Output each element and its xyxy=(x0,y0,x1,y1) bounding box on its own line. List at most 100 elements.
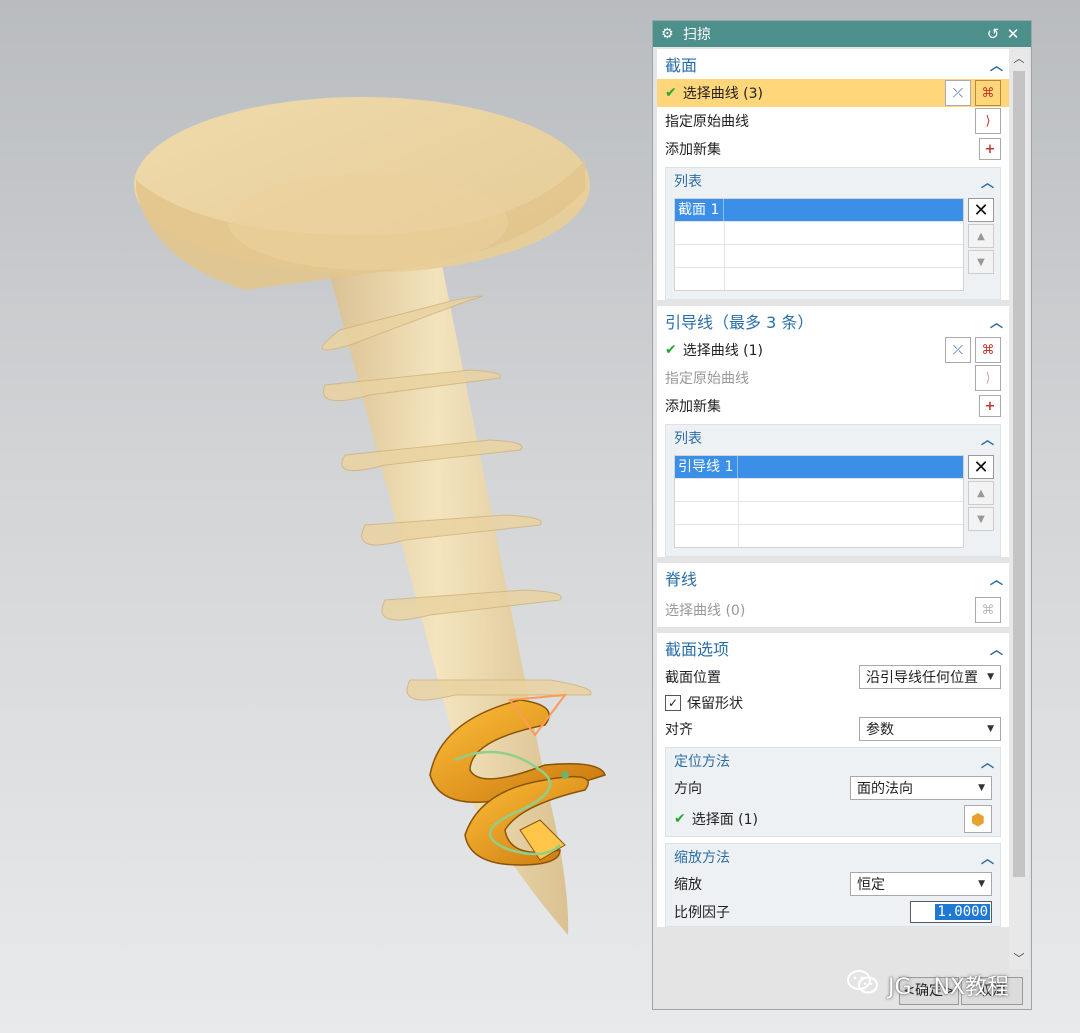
select-face-label: 选择面 (1) xyxy=(691,812,759,828)
scroll-up-icon[interactable]: ︿ xyxy=(1009,49,1029,69)
collapse-icon[interactable]: ︿ xyxy=(981,172,994,191)
check-icon: ✔ xyxy=(674,811,686,827)
scale-value: 恒定 xyxy=(857,877,885,893)
check-icon: ✔ xyxy=(665,342,677,358)
orientation-header[interactable]: 定位方法 ︿ xyxy=(666,748,1000,774)
section-group: 截面 ︿ ✔ 选择曲线 (3) ⤫ ⌘ 指定原始曲线 ⟩ 添加新集 + 列表 ︿… xyxy=(657,49,1009,300)
guide-group-title: 引导线（最多 3 条） xyxy=(665,313,814,332)
list-item xyxy=(675,222,963,245)
guide-add-set-row[interactable]: 添加新集 + xyxy=(657,392,1009,420)
face-icon[interactable]: ⬢ xyxy=(964,805,992,833)
add-set-icon[interactable]: + xyxy=(979,138,1001,160)
list-item-label: 引导线 1 xyxy=(675,456,739,478)
guide-list[interactable]: 引导线 1 xyxy=(674,455,964,548)
reverse-direction-icon[interactable]: ⤫ xyxy=(945,80,971,106)
move-down-icon[interactable]: ▼ xyxy=(968,507,994,531)
spine-select-curve-label: 选择曲线 (0) xyxy=(665,603,746,619)
guide-select-curve-row[interactable]: ✔ 选择曲线 (1) ⤫ ⌘ xyxy=(657,336,1009,364)
section-list-title: 列表 xyxy=(674,174,702,190)
wechat-icon xyxy=(846,968,880,1002)
reverse-direction-icon[interactable]: ⤫ xyxy=(945,337,971,363)
align-label: 对齐 xyxy=(665,722,693,738)
chevron-down-icon: ▼ xyxy=(987,724,994,734)
orientation-group: 定位方法 ︿ 方向 面的法向 ▼ ✔ 选择面 (1) ⬢ xyxy=(665,747,1001,837)
scroll-thumb[interactable] xyxy=(1013,71,1025,877)
guide-list-title: 列表 xyxy=(674,431,702,447)
section-specify-origin-label: 指定原始曲线 xyxy=(665,114,749,130)
orientation-title: 定位方法 xyxy=(674,754,730,770)
collapse-icon[interactable]: ︿ xyxy=(990,55,1003,74)
list-item-label: 截面 1 xyxy=(675,199,725,221)
direction-select[interactable]: 面的法向 ▼ xyxy=(850,776,992,800)
chevron-down-icon: ▼ xyxy=(978,879,985,889)
sweep-dialog: ⚙ 扫掠 ↺ ✕ 截面 ︿ ✔ 选择曲线 (3) ⤫ ⌘ 指定原始曲线 ⟩ 添加… xyxy=(652,20,1032,1010)
align-row: 对齐 参数 ▼ xyxy=(657,715,1009,743)
collapse-icon[interactable]: ︿ xyxy=(981,752,994,771)
section-list[interactable]: 截面 1 xyxy=(674,198,964,291)
delete-icon[interactable]: ✕ xyxy=(968,198,994,222)
list-item[interactable]: 引导线 1 xyxy=(675,456,963,479)
section-options-group: 截面选项 ︿ 截面位置 沿引导线任何位置 ▼ ✓ 保留形状 对齐 参数 ▼ 定位… xyxy=(657,633,1009,927)
add-set-icon[interactable]: + xyxy=(979,395,1001,417)
move-up-icon[interactable]: ▲ xyxy=(968,224,994,248)
dialog-body: 截面 ︿ ✔ 选择曲线 (3) ⤫ ⌘ 指定原始曲线 ⟩ 添加新集 + 列表 ︿… xyxy=(657,49,1009,969)
move-down-icon[interactable]: ▼ xyxy=(968,250,994,274)
scaling-header[interactable]: 缩放方法 ︿ xyxy=(666,844,1000,870)
dialog-titlebar[interactable]: ⚙ 扫掠 ↺ ✕ xyxy=(653,21,1031,47)
scale-label: 缩放 xyxy=(674,877,702,893)
scale-select[interactable]: 恒定 ▼ xyxy=(850,872,992,896)
curve-rule-icon[interactable]: ⌘ xyxy=(975,337,1001,363)
collapse-icon[interactable]: ︿ xyxy=(990,639,1003,658)
keep-shape-row[interactable]: ✓ 保留形状 xyxy=(657,691,1009,715)
section-add-set-label: 添加新集 xyxy=(665,142,721,158)
spine-select-curve-row[interactable]: 选择曲线 (0) ⌘ xyxy=(657,593,1009,627)
dialog-scrollbar[interactable]: ︿ ﹀ xyxy=(1009,49,1029,969)
factor-row: 比例因子 1.0000 xyxy=(666,898,1000,926)
keep-shape-checkbox[interactable]: ✓ xyxy=(665,695,681,711)
collapse-icon[interactable]: ︿ xyxy=(981,848,994,867)
guide-specify-origin-label: 指定原始曲线 xyxy=(665,371,749,387)
delete-icon[interactable]: ✕ xyxy=(968,455,994,479)
select-face-row[interactable]: ✔ 选择面 (1) ⬢ xyxy=(666,802,1000,836)
guide-specify-origin-row[interactable]: 指定原始曲线 ⟩ xyxy=(657,364,1009,392)
graphics-viewport[interactable] xyxy=(0,0,650,1033)
check-icon: ✔ xyxy=(665,85,677,101)
section-position-row: 截面位置 沿引导线任何位置 ▼ xyxy=(657,663,1009,691)
curve-rule-icon[interactable]: ⌘ xyxy=(975,80,1001,106)
close-icon[interactable]: ✕ xyxy=(1003,25,1023,43)
guide-group-header[interactable]: 引导线（最多 3 条） ︿ xyxy=(657,306,1009,336)
section-select-curve-row[interactable]: ✔ 选择曲线 (3) ⤫ ⌘ xyxy=(657,79,1009,107)
guide-select-curve-label: 选择曲线 (1) xyxy=(682,343,764,359)
factor-label: 比例因子 xyxy=(674,905,730,921)
collapse-icon[interactable]: ︿ xyxy=(990,312,1003,331)
move-up-icon[interactable]: ▲ xyxy=(968,481,994,505)
guide-list-group: 列表 ︿ 引导线 1 ✕ ▲ ▼ xyxy=(665,424,1001,557)
section-group-header[interactable]: 截面 ︿ xyxy=(657,49,1009,79)
list-item xyxy=(675,479,963,502)
section-position-select[interactable]: 沿引导线任何位置 ▼ xyxy=(859,665,1001,689)
list-item xyxy=(675,525,963,547)
scaling-group: 缩放方法 ︿ 缩放 恒定 ▼ 比例因子 1.0000 xyxy=(665,843,1001,927)
gear-icon[interactable]: ⚙ xyxy=(661,26,675,42)
scaling-title: 缩放方法 xyxy=(674,850,730,866)
curve-rule-icon[interactable]: ⌘ xyxy=(975,597,1001,623)
origin-curve-icon[interactable]: ⟩ xyxy=(975,365,1001,391)
direction-row: 方向 面的法向 ▼ xyxy=(666,774,1000,802)
list-item xyxy=(675,502,963,525)
scroll-down-icon[interactable]: ﹀ xyxy=(1009,949,1029,969)
reset-icon[interactable]: ↺ xyxy=(983,25,1003,43)
guide-list-header[interactable]: 列表 ︿ xyxy=(666,425,1000,451)
list-item[interactable]: 截面 1 xyxy=(675,199,963,222)
section-options-header[interactable]: 截面选项 ︿ xyxy=(657,633,1009,663)
spine-group-header[interactable]: 脊线 ︿ xyxy=(657,563,1009,593)
align-select[interactable]: 参数 ▼ xyxy=(859,717,1001,741)
direction-value: 面的法向 xyxy=(857,781,913,797)
factor-input[interactable]: 1.0000 xyxy=(910,901,992,923)
collapse-icon[interactable]: ︿ xyxy=(981,429,994,448)
origin-curve-icon[interactable]: ⟩ xyxy=(975,108,1001,134)
collapse-icon[interactable]: ︿ xyxy=(990,569,1003,588)
section-add-set-row[interactable]: 添加新集 + xyxy=(657,135,1009,163)
list-item xyxy=(675,245,963,268)
section-list-header[interactable]: 列表 ︿ xyxy=(666,168,1000,194)
section-specify-origin-row[interactable]: 指定原始曲线 ⟩ xyxy=(657,107,1009,135)
